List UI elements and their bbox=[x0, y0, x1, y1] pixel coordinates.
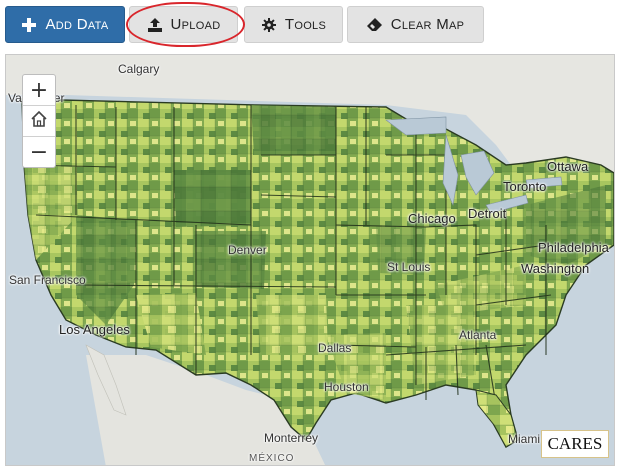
upload-label: Upload bbox=[170, 16, 221, 33]
upload-icon bbox=[147, 17, 163, 33]
gear-icon bbox=[261, 17, 277, 33]
zoom-out-button[interactable]: − bbox=[23, 137, 55, 167]
home-button[interactable] bbox=[23, 106, 55, 137]
eraser-icon bbox=[366, 17, 383, 33]
map-view[interactable]: Calgary Vancouver Ottawa Toronto Chicago… bbox=[5, 54, 615, 466]
map-label-calgary: Calgary bbox=[118, 62, 160, 76]
map-label-miami: Miami bbox=[508, 432, 540, 446]
map-zoom-controls: + − bbox=[22, 74, 56, 168]
map-label-dallas: Dallas bbox=[318, 341, 352, 355]
map-label-mexico: MÉXICO bbox=[249, 453, 295, 464]
tools-label: Tools bbox=[284, 16, 327, 33]
map-label-philadelphia: Philadelphia bbox=[538, 240, 609, 255]
map-label-ottawa: Ottawa bbox=[547, 159, 589, 174]
map-label-atlanta: Atlanta bbox=[459, 328, 497, 342]
map-label-los-angeles: Los Angeles bbox=[59, 322, 130, 337]
upload-button[interactable]: Upload bbox=[129, 6, 238, 43]
map-label-san-francisco: San Francisco bbox=[9, 273, 86, 287]
add-data-label: Add Data bbox=[45, 16, 109, 33]
zoom-in-button[interactable]: + bbox=[23, 75, 55, 106]
tools-button[interactable]: Tools bbox=[244, 6, 343, 43]
clear-map-button[interactable]: Clear Map bbox=[347, 6, 484, 43]
cares-logo[interactable]: CARES bbox=[541, 430, 609, 458]
map-label-chicago: Chicago bbox=[408, 211, 456, 226]
map-label-detroit: Detroit bbox=[468, 206, 507, 221]
map-toolbar: Add Data Upload Tools Clear Map bbox=[0, 0, 620, 50]
add-data-button[interactable]: Add Data bbox=[5, 6, 125, 43]
plus-icon bbox=[21, 17, 37, 33]
map-label-washington: Washington bbox=[521, 261, 590, 276]
clear-map-label: Clear Map bbox=[390, 16, 465, 33]
map-label-toronto: Toronto bbox=[503, 179, 547, 194]
home-icon bbox=[30, 109, 48, 134]
map-label-st-louis: St Louis bbox=[387, 260, 431, 274]
map-label-denver: Denver bbox=[228, 243, 267, 257]
map-label-houston: Houston bbox=[324, 380, 369, 394]
map-label-monterrey: Monterrey bbox=[264, 431, 319, 445]
